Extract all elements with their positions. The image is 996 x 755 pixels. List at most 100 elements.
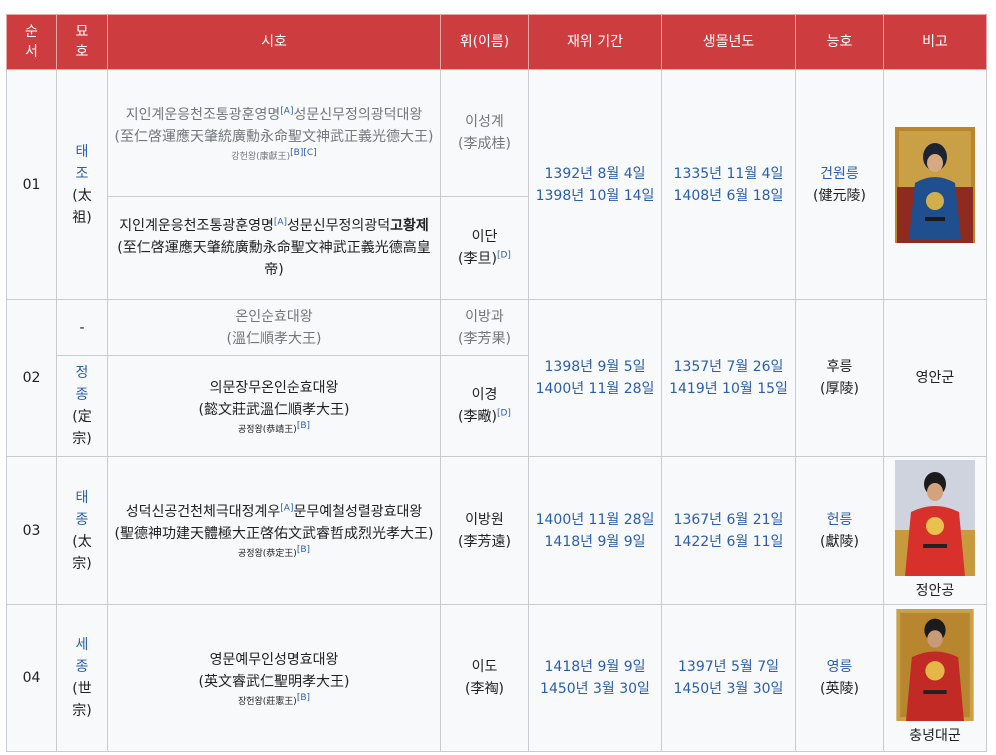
tomb-name-hanja: (英陵) xyxy=(820,681,859,697)
tomb-name-link[interactable]: 건원릉 xyxy=(820,166,859,182)
name-ko: 이성계 xyxy=(465,114,504,130)
posthumous-hanja: (溫仁順孝大王) xyxy=(226,330,322,347)
name-hanja: (李曔)[D] xyxy=(458,408,511,425)
tomb-link[interactable]: 정 종 xyxy=(59,362,105,406)
name-hanja: (李芳果) xyxy=(458,330,511,347)
header-notes: 비고 xyxy=(883,14,987,70)
tomb-cell: 태 조 (太 祖) xyxy=(56,69,108,300)
footnote-link[interactable]: [A] xyxy=(280,503,293,513)
posthumous-cell: 의문장무온인순효대왕 (懿文莊武溫仁順孝大王) 공정왕(恭靖王)[B] xyxy=(107,355,441,457)
birth-link[interactable]: 1335년 11월 4일 xyxy=(674,166,784,182)
name-ko: 이방과 xyxy=(465,308,504,325)
life-cell: 1335년 11월 4일 1408년 6월 18일 xyxy=(661,69,796,300)
reign-cell: 1392년 8월 4일 1398년 10월 14일 xyxy=(528,69,662,300)
footnote-link[interactable]: [A] xyxy=(280,106,293,116)
header-reign: 재위 기간 xyxy=(528,14,662,70)
notes-cell xyxy=(883,69,987,300)
death-link[interactable]: 1450년 3월 30일 xyxy=(674,681,784,697)
birth-link[interactable]: 1397년 5월 7일 xyxy=(678,659,779,675)
tomb-name-link[interactable]: 영릉 xyxy=(827,659,853,675)
death-link[interactable]: 1419년 10월 15일 xyxy=(669,381,788,397)
name-cell: 이방과 (李芳果) xyxy=(440,299,529,356)
tomb-link[interactable]: 세 종 xyxy=(59,634,105,678)
reign-start-link[interactable]: 1398년 9월 5일 xyxy=(545,359,646,375)
notes-cell: 정안공 xyxy=(883,456,987,605)
order-cell: 04 xyxy=(6,604,57,752)
tomb-name-cell: 헌릉 (獻陵) xyxy=(795,456,884,605)
portrait-sejong[interactable] xyxy=(895,609,975,721)
alt-name: 장헌왕(莊憲王)[B] xyxy=(237,692,311,707)
tomb-cell: 태 종 (太 宗) xyxy=(56,456,108,605)
posthumous-cell: 온인순효대왕 (溫仁順孝大王) xyxy=(107,299,441,356)
tomb-hanja: (太 祖) xyxy=(72,187,92,226)
footnote-link[interactable]: [B] xyxy=(297,693,310,703)
header-order: 순 서 xyxy=(6,14,57,70)
name-cell: 이단 (李旦)[D] xyxy=(440,196,529,300)
reign-end-link[interactable]: 1450년 3월 30일 xyxy=(540,681,650,697)
life-cell: 1357년 7월 26일 1419년 10월 15일 xyxy=(661,299,796,457)
posthumous-hanja: (聖德神功建天體極大正啓佑文武睿哲成烈光孝大王) xyxy=(114,526,434,542)
birth-link[interactable]: 1367년 6월 21일 xyxy=(674,512,784,528)
tomb-name-link[interactable]: 헌릉 xyxy=(827,512,853,528)
alt-name: 공정왕(恭定王)[B] xyxy=(237,545,311,560)
name-cell: 이성계 (李成桂) xyxy=(440,69,529,197)
name-ko: 이경 xyxy=(471,387,498,403)
posthumous-ko: 지인계운응천조통광훈영명[A]성문신무정의광덕고황제 xyxy=(119,217,429,234)
reign-cell: 1400년 11월 28일 1418년 9월 9일 xyxy=(528,456,662,605)
name-ko: 이방원 xyxy=(465,511,504,528)
portrait-taejong[interactable] xyxy=(895,459,975,576)
footnote-link[interactable]: [A] xyxy=(274,217,287,227)
name-hanja: (李芳遠) xyxy=(458,533,511,550)
name-cell: 이도 (李祹) xyxy=(440,604,529,752)
posthumous-cell: 영문예무인성명효대왕 (英文睿武仁聖明孝大王) 장헌왕(莊憲王)[B] xyxy=(107,604,441,752)
reign-cell: 1398년 9월 5일 1400년 11월 28일 xyxy=(528,299,662,457)
footnote-link[interactable]: [B] xyxy=(297,421,310,431)
death-link[interactable]: 1408년 6월 18일 xyxy=(674,188,784,204)
footnote-link[interactable]: [B] xyxy=(297,545,310,555)
header-tomb: 묘 호 xyxy=(56,14,108,70)
name-hanja: (李旦)[D] xyxy=(458,250,511,267)
posthumous-hanja: (懿文莊武溫仁順孝大王) xyxy=(198,401,350,418)
name-ko: 이도 xyxy=(471,659,498,675)
alt-name: 강헌왕(康獻王)[B][C] xyxy=(231,147,317,162)
header-name: 휘(이름) xyxy=(440,14,529,70)
tomb-cell: - xyxy=(56,299,108,356)
reign-end-link[interactable]: 1400년 11월 28일 xyxy=(536,381,655,397)
posthumous-cell: 지인계운응천조통광훈영명[A]성문신무정의광덕고황제 (至仁啓運應天肇統廣勳永命… xyxy=(107,196,441,300)
reign-start-link[interactable]: 1400년 11월 28일 xyxy=(536,512,655,528)
footnote-link[interactable]: [B][C] xyxy=(290,148,317,158)
life-cell: 1397년 5월 7일 1450년 3월 30일 xyxy=(661,604,796,752)
header-row: 순 서 묘 호 시호 휘(이름) 재위 기간 생몰년도 능호 비고 xyxy=(6,14,987,70)
posthumous-ko: 영문예무인성명효대왕 xyxy=(209,651,339,668)
table-row: 02 - 온인순효대왕 (溫仁順孝大王) 이방과 (李芳果) 1398년 9월 … xyxy=(6,299,987,457)
reign-end-link[interactable]: 1398년 10월 14일 xyxy=(536,188,655,204)
tomb-link[interactable]: 태 조 xyxy=(59,141,105,185)
header-posthumous: 시호 xyxy=(107,14,441,70)
reign-start-link[interactable]: 1392년 8월 4일 xyxy=(545,166,646,182)
tomb-link[interactable]: 태 종 xyxy=(59,487,105,531)
footnote-link[interactable]: [D] xyxy=(497,408,511,418)
tomb-name-cell: 후릉 (厚陵) xyxy=(795,299,884,457)
birth-link[interactable]: 1357년 7월 26일 xyxy=(674,359,784,375)
notes-cell: 영안군 xyxy=(883,299,987,457)
tomb-cell: 세 종 (世 宗) xyxy=(56,604,108,752)
tomb-name-cell: 영릉 (英陵) xyxy=(795,604,884,752)
tomb-hanja: (世 宗) xyxy=(72,681,92,719)
life-cell: 1367년 6월 21일 1422년 6월 11일 xyxy=(661,456,796,605)
name-hanja: (李祹) xyxy=(465,681,504,697)
order-cell: 03 xyxy=(6,456,57,605)
tomb-name-ko: 후릉 xyxy=(826,359,853,375)
reign-start-link[interactable]: 1418년 9월 9일 xyxy=(545,659,646,675)
reign-cell: 1418년 9월 9일 1450년 3월 30일 xyxy=(528,604,662,752)
tomb-hanja: (定 宗) xyxy=(72,409,92,447)
header-tomb-name: 능호 xyxy=(795,14,884,70)
portrait-caption: 정안공 xyxy=(915,582,955,599)
name-cell: 이방원 (李芳遠) xyxy=(440,456,529,605)
portrait-taejo[interactable] xyxy=(895,126,975,243)
footnote-link[interactable]: [D] xyxy=(497,250,511,260)
death-link[interactable]: 1422년 6월 11일 xyxy=(674,534,784,550)
posthumous-hanja: (英文睿武仁聖明孝大王) xyxy=(198,673,350,690)
table-row: 03 태 종 (太 宗) 성덕신공건천체극대정계우[A]문무예철성렬광효대왕 (… xyxy=(6,456,987,605)
reign-end-link[interactable]: 1418년 9월 9일 xyxy=(545,534,646,550)
posthumous-cell: 지인계운응천조통광훈영명[A]성문신무정의광덕대왕 (至仁啓運應天肇統廣勳永命聖… xyxy=(107,69,441,197)
